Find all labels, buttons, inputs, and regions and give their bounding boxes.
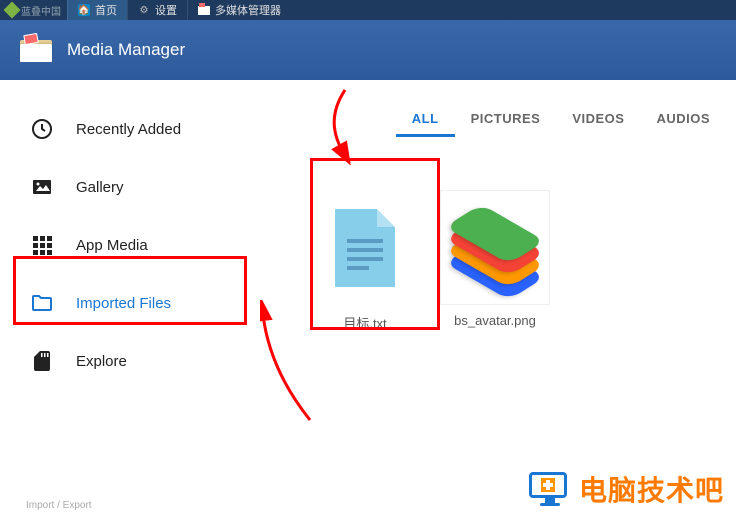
sidebar-footer[interactable]: Import / Export — [26, 500, 92, 511]
main-panel: ALL PICTURES VIDEOS AUDIOS 目标.txt — [250, 80, 736, 521]
sidebar-item-gallery[interactable]: Gallery — [0, 158, 250, 216]
home-icon: 🏠 — [78, 4, 90, 16]
page-title: Media Manager — [67, 40, 185, 60]
file-item-document[interactable]: 目标.txt — [310, 190, 420, 332]
filter-tab-all[interactable]: ALL — [396, 103, 455, 137]
sidebar-item-label: Imported Files — [76, 295, 171, 312]
file-name: 目标.txt — [310, 305, 420, 332]
sidebar-item-label: Gallery — [76, 179, 124, 196]
document-icon — [310, 190, 420, 305]
gear-icon: ⚙ — [138, 4, 150, 16]
filter-tab-pictures[interactable]: PICTURES — [455, 103, 557, 137]
watermark-logo-icon — [529, 472, 571, 506]
tab-home[interactable]: 🏠 首页 — [67, 0, 127, 20]
tab-settings[interactable]: ⚙ 设置 — [127, 0, 187, 20]
sidebar-item-recently-added[interactable]: Recently Added — [0, 100, 250, 158]
logo-diamond-icon — [4, 2, 21, 19]
file-grid: 目标.txt bs_avatar.png — [250, 140, 736, 332]
app-logo: 蓝叠中国 — [0, 0, 67, 20]
sidebar-item-imported-files[interactable]: Imported Files — [0, 274, 250, 332]
sidebar-item-label: Recently Added — [76, 121, 181, 138]
file-name: bs_avatar.png — [440, 305, 550, 328]
filter-tab-audios[interactable]: AUDIOS — [640, 103, 726, 137]
logo-text: 蓝叠中国 — [21, 3, 61, 18]
grid-icon — [30, 233, 54, 257]
app-header: Media Manager — [0, 20, 736, 80]
image-thumbnail — [440, 190, 550, 305]
tab-label: 多媒体管理器 — [215, 2, 281, 18]
image-icon — [30, 175, 54, 199]
sidebar-item-app-media[interactable]: App Media — [0, 216, 250, 274]
watermark: 电脑技术吧 — [529, 469, 724, 509]
tab-label: 设置 — [155, 2, 177, 18]
sidebar: Recently Added Gallery App Media Importe… — [0, 80, 250, 521]
filter-tab-videos[interactable]: VIDEOS — [556, 103, 640, 137]
media-manager-icon — [20, 38, 52, 62]
window-tab-bar: 蓝叠中国 🏠 首页 ⚙ 设置 多媒体管理器 — [0, 0, 736, 20]
tab-media-manager[interactable]: 多媒体管理器 — [187, 0, 291, 20]
watermark-text: 电脑技术吧 — [579, 469, 724, 509]
sdcard-icon — [30, 349, 54, 373]
media-icon — [198, 4, 210, 16]
clock-icon — [30, 117, 54, 141]
sidebar-item-explore[interactable]: Explore — [0, 332, 250, 390]
sidebar-item-label: App Media — [76, 237, 148, 254]
content-area: Recently Added Gallery App Media Importe… — [0, 80, 736, 521]
sidebar-item-label: Explore — [76, 353, 127, 370]
file-item-image[interactable]: bs_avatar.png — [440, 190, 550, 332]
folder-icon — [30, 291, 54, 315]
tab-label: 首页 — [95, 2, 117, 18]
filter-tabs: ALL PICTURES VIDEOS AUDIOS — [250, 100, 736, 140]
